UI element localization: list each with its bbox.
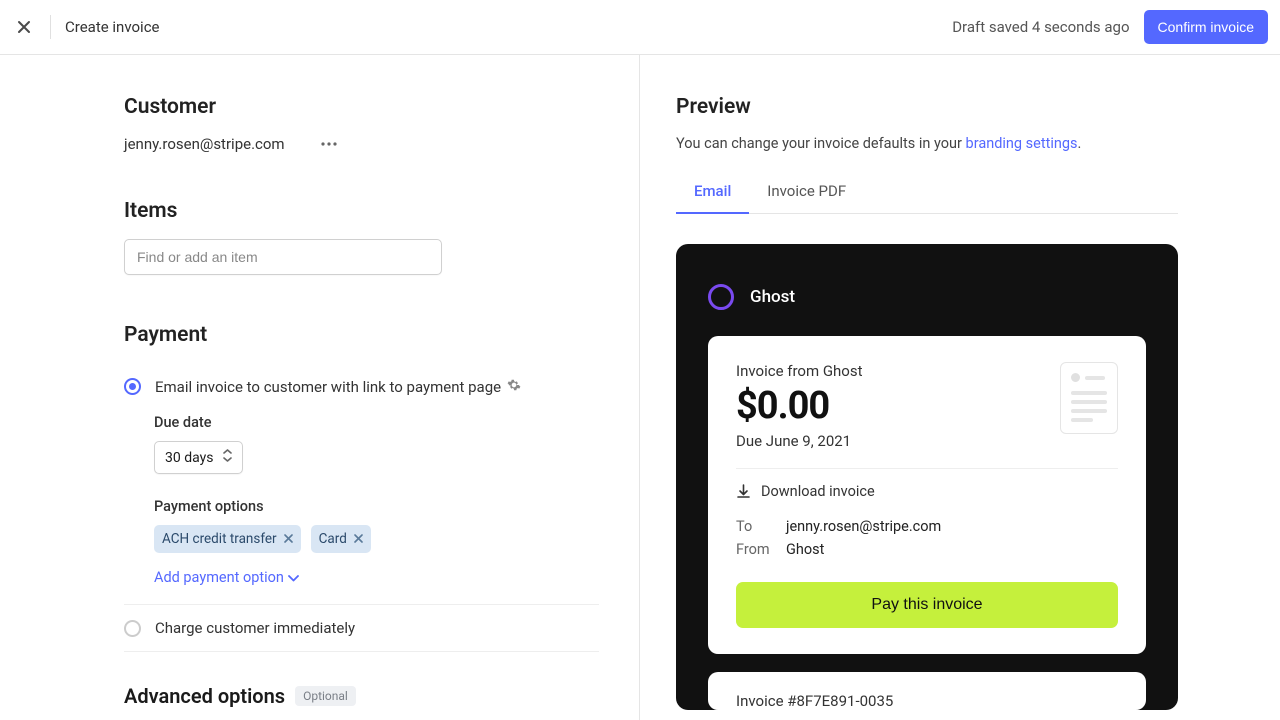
tab-invoice-pdf[interactable]: Invoice PDF: [749, 170, 864, 213]
to-value: jenny.rosen@stripe.com: [786, 518, 941, 535]
payment-option-email[interactable]: Email invoice to customer with link to p…: [124, 363, 599, 410]
sort-icon: [223, 449, 232, 466]
close-button[interactable]: [12, 15, 36, 39]
top-bar: Create invoice Draft saved 4 seconds ago…: [0, 0, 1280, 55]
email-preview-card: Ghost Invoice from Ghost $0.00 Due June …: [676, 244, 1178, 710]
document-icon: [1060, 362, 1118, 434]
items-heading: Items: [124, 199, 599, 223]
payment-options-label: Payment options: [154, 498, 599, 515]
preview-tabs: Email Invoice PDF: [676, 170, 1178, 214]
invoice-due-date: Due June 9, 2021: [736, 432, 863, 450]
invoice-number: Invoice #8F7E891-0035: [736, 692, 1118, 710]
optional-badge: Optional: [295, 686, 356, 706]
more-horizontal-icon: [321, 142, 337, 146]
download-invoice-link[interactable]: Download invoice: [736, 483, 1118, 500]
from-label: From: [736, 541, 786, 558]
tab-email[interactable]: Email: [676, 170, 749, 214]
payment-option-charge-label: Charge customer immediately: [155, 619, 355, 637]
payment-option-email-label: Email invoice to customer with link to p…: [155, 378, 501, 396]
brand-name: Ghost: [750, 287, 795, 307]
page-title: Create invoice: [65, 18, 160, 36]
preview-description: You can change your invoice defaults in …: [676, 135, 1280, 152]
add-payment-option-link[interactable]: Add payment option: [154, 569, 299, 586]
customer-more-button[interactable]: [321, 142, 337, 146]
payment-chip-ach: ACH credit transfer: [154, 525, 301, 553]
radio-icon: [124, 620, 141, 637]
to-label: To: [736, 518, 786, 535]
payment-option-charge[interactable]: Charge customer immediately: [124, 605, 599, 652]
invoice-summary-card: Invoice from Ghost $0.00 Due June 9, 202…: [708, 336, 1146, 654]
chip-remove-button[interactable]: [354, 531, 363, 547]
item-search-input[interactable]: [124, 239, 442, 275]
invoice-details-card: Invoice #8F7E891-0035: [708, 672, 1146, 710]
form-panel: Customer jenny.rosen@stripe.com Items Pa…: [0, 55, 640, 720]
invoice-amount: $0.00: [736, 384, 863, 428]
due-date-select[interactable]: 30 days: [154, 441, 243, 474]
download-icon: [736, 484, 751, 499]
due-date-label: Due date: [154, 414, 599, 431]
pay-invoice-button[interactable]: Pay this invoice: [736, 582, 1118, 628]
payment-heading: Payment: [124, 323, 599, 347]
advanced-options-row[interactable]: Advanced options Optional: [124, 684, 599, 708]
preview-heading: Preview: [676, 95, 1280, 119]
advanced-heading: Advanced options: [124, 684, 285, 708]
chevron-down-icon: [288, 569, 299, 586]
due-date-value: 30 days: [165, 450, 213, 466]
branding-settings-link[interactable]: branding settings: [966, 135, 1078, 152]
close-icon: [284, 534, 293, 543]
divider: [50, 15, 51, 39]
chip-label: Card: [319, 531, 347, 547]
chip-label: ACH credit transfer: [162, 531, 277, 547]
confirm-invoice-button[interactable]: Confirm invoice: [1144, 10, 1268, 44]
gear-icon[interactable]: [507, 377, 521, 396]
radio-icon: [124, 378, 141, 395]
draft-status: Draft saved 4 seconds ago: [952, 18, 1129, 36]
payment-chip-card: Card: [311, 525, 371, 553]
brand-logo-icon: [708, 284, 734, 310]
customer-email: jenny.rosen@stripe.com: [124, 135, 285, 153]
customer-heading: Customer: [124, 95, 599, 119]
from-value: Ghost: [786, 541, 824, 558]
preview-panel: Preview You can change your invoice defa…: [640, 55, 1280, 720]
close-icon: [16, 19, 32, 35]
close-icon: [354, 534, 363, 543]
invoice-from-line: Invoice from Ghost: [736, 362, 863, 380]
chip-remove-button[interactable]: [284, 531, 293, 547]
